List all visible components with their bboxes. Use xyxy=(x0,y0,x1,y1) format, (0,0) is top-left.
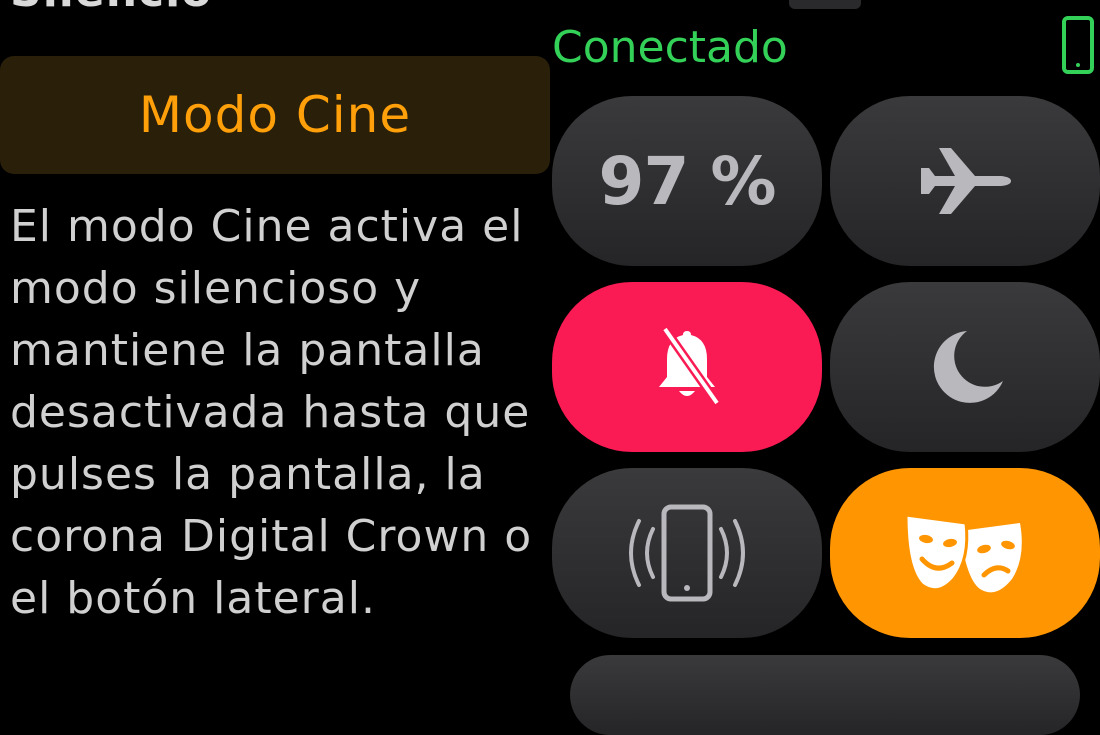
theater-mode-button[interactable] xyxy=(830,468,1100,638)
iphone-icon xyxy=(1061,15,1095,75)
grabber-handle[interactable] xyxy=(789,0,861,9)
battery-button[interactable]: 97 % xyxy=(552,96,822,266)
next-control-button[interactable] xyxy=(570,655,1080,735)
battery-percentage: 97 % xyxy=(598,142,777,220)
iphone-ping-icon xyxy=(617,503,757,603)
bell-slash-icon xyxy=(647,325,727,409)
airplane-mode-button[interactable] xyxy=(830,96,1100,266)
silent-mode-button[interactable] xyxy=(552,282,822,452)
airplane-icon xyxy=(917,146,1013,216)
connection-status: Conectado xyxy=(552,22,788,73)
ping-iphone-button[interactable] xyxy=(552,468,822,638)
mode-title: Modo Cine xyxy=(138,86,412,144)
mode-description: El modo Cine activa el modo silencioso y… xyxy=(10,201,533,624)
theater-masks-icon xyxy=(900,505,1030,601)
do-not-disturb-button[interactable] xyxy=(830,282,1100,452)
page-title: Silencio xyxy=(10,0,212,17)
moon-icon xyxy=(923,325,1007,409)
mode-header: Modo Cine xyxy=(0,56,550,174)
